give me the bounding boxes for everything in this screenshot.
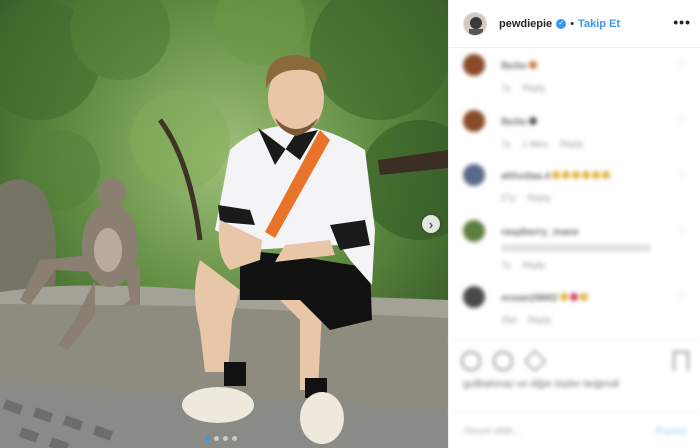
heart-icon[interactable]: ♡ [678, 226, 687, 237]
comment-age: 7y [501, 260, 511, 270]
chevron-right-icon: › [428, 216, 434, 232]
carousel-dot [232, 436, 237, 441]
reply-link[interactable]: Reply [528, 315, 551, 325]
emoji [591, 170, 600, 179]
emoji [561, 170, 570, 179]
next-slide-button[interactable]: › [422, 215, 440, 233]
emoji [601, 170, 610, 179]
commenter-avatar[interactable] [463, 110, 485, 132]
comments-list: fbrito 7y Reply ♡ fbrito 7y 1 likes Reply ♡… [449, 48, 700, 340]
post-photo[interactable]: › [0, 0, 448, 448]
post-header: pewdiepie ✓ • Takip Et ••• [449, 0, 700, 48]
commenter-avatar[interactable] [463, 54, 485, 76]
commenter-avatar[interactable] [463, 164, 485, 186]
comment-icon[interactable] [493, 351, 513, 371]
emoji [559, 292, 568, 301]
commenter-avatar[interactable] [463, 220, 485, 242]
reply-link[interactable]: Reply [523, 83, 546, 93]
username-link[interactable]: pewdiepie [499, 18, 552, 30]
comment-text [501, 244, 651, 252]
reply-link[interactable]: Reply [523, 260, 546, 270]
reply-link[interactable]: Reply [528, 193, 551, 203]
comment-input[interactable]: Yorum ekle... [463, 426, 521, 437]
heart-icon[interactable]: ♡ [678, 60, 687, 71]
avatar[interactable] [463, 11, 487, 36]
heart-icon[interactable]: ♡ [678, 116, 687, 127]
comment-age: 25d [501, 315, 517, 325]
emoji [579, 292, 588, 301]
commenter-name[interactable]: fbrito [501, 117, 527, 128]
commenter-name[interactable]: ocean28882 [501, 293, 558, 304]
liked-by-text[interactable]: gullbahmaz ve diğer kişiler beğendi [463, 379, 619, 390]
emoji [571, 170, 580, 179]
emoji [528, 116, 537, 125]
heart-icon[interactable] [461, 351, 481, 371]
commenter-name[interactable]: fbrito [501, 61, 527, 72]
comment-age: 7y [501, 83, 511, 93]
verified-badge-icon: ✓ [556, 18, 567, 29]
emoji [581, 170, 590, 179]
carousel-dot [223, 436, 228, 441]
bookmark-icon[interactable] [673, 351, 689, 371]
comment-age: 27y [501, 193, 516, 203]
post-comment-button[interactable]: Paylaş [655, 426, 687, 437]
add-comment-bar: Yorum ekle... Paylaş [449, 412, 700, 448]
carousel-dot [205, 436, 210, 441]
heart-icon[interactable]: ♡ [678, 170, 687, 181]
post-actions: gullbahmaz ve diğer kişiler beğendi [449, 340, 700, 400]
like-count[interactable]: 1 likes [523, 139, 549, 149]
follow-button[interactable]: Takip Et [578, 18, 620, 30]
carousel-dot [214, 436, 219, 441]
photo-image [0, 0, 448, 448]
reply-link[interactable]: Reply [560, 139, 583, 149]
share-icon[interactable] [523, 349, 547, 373]
commenter-name[interactable]: raspberry_mane [501, 227, 579, 238]
emoji [569, 292, 578, 301]
heart-icon[interactable]: ♡ [678, 292, 687, 303]
commenter-avatar[interactable] [463, 286, 485, 308]
emoji [551, 170, 560, 179]
more-options-icon[interactable]: ••• [673, 14, 691, 30]
post-sidebar: pewdiepie ✓ • Takip Et ••• fbrito 7y Repl… [448, 0, 700, 448]
emoji [528, 60, 537, 69]
separator-dot: • [570, 17, 575, 30]
commenter-name[interactable]: ahhxdaa.4 [501, 171, 550, 182]
carousel-indicator [205, 436, 237, 441]
comment-age: 7y [501, 139, 511, 149]
